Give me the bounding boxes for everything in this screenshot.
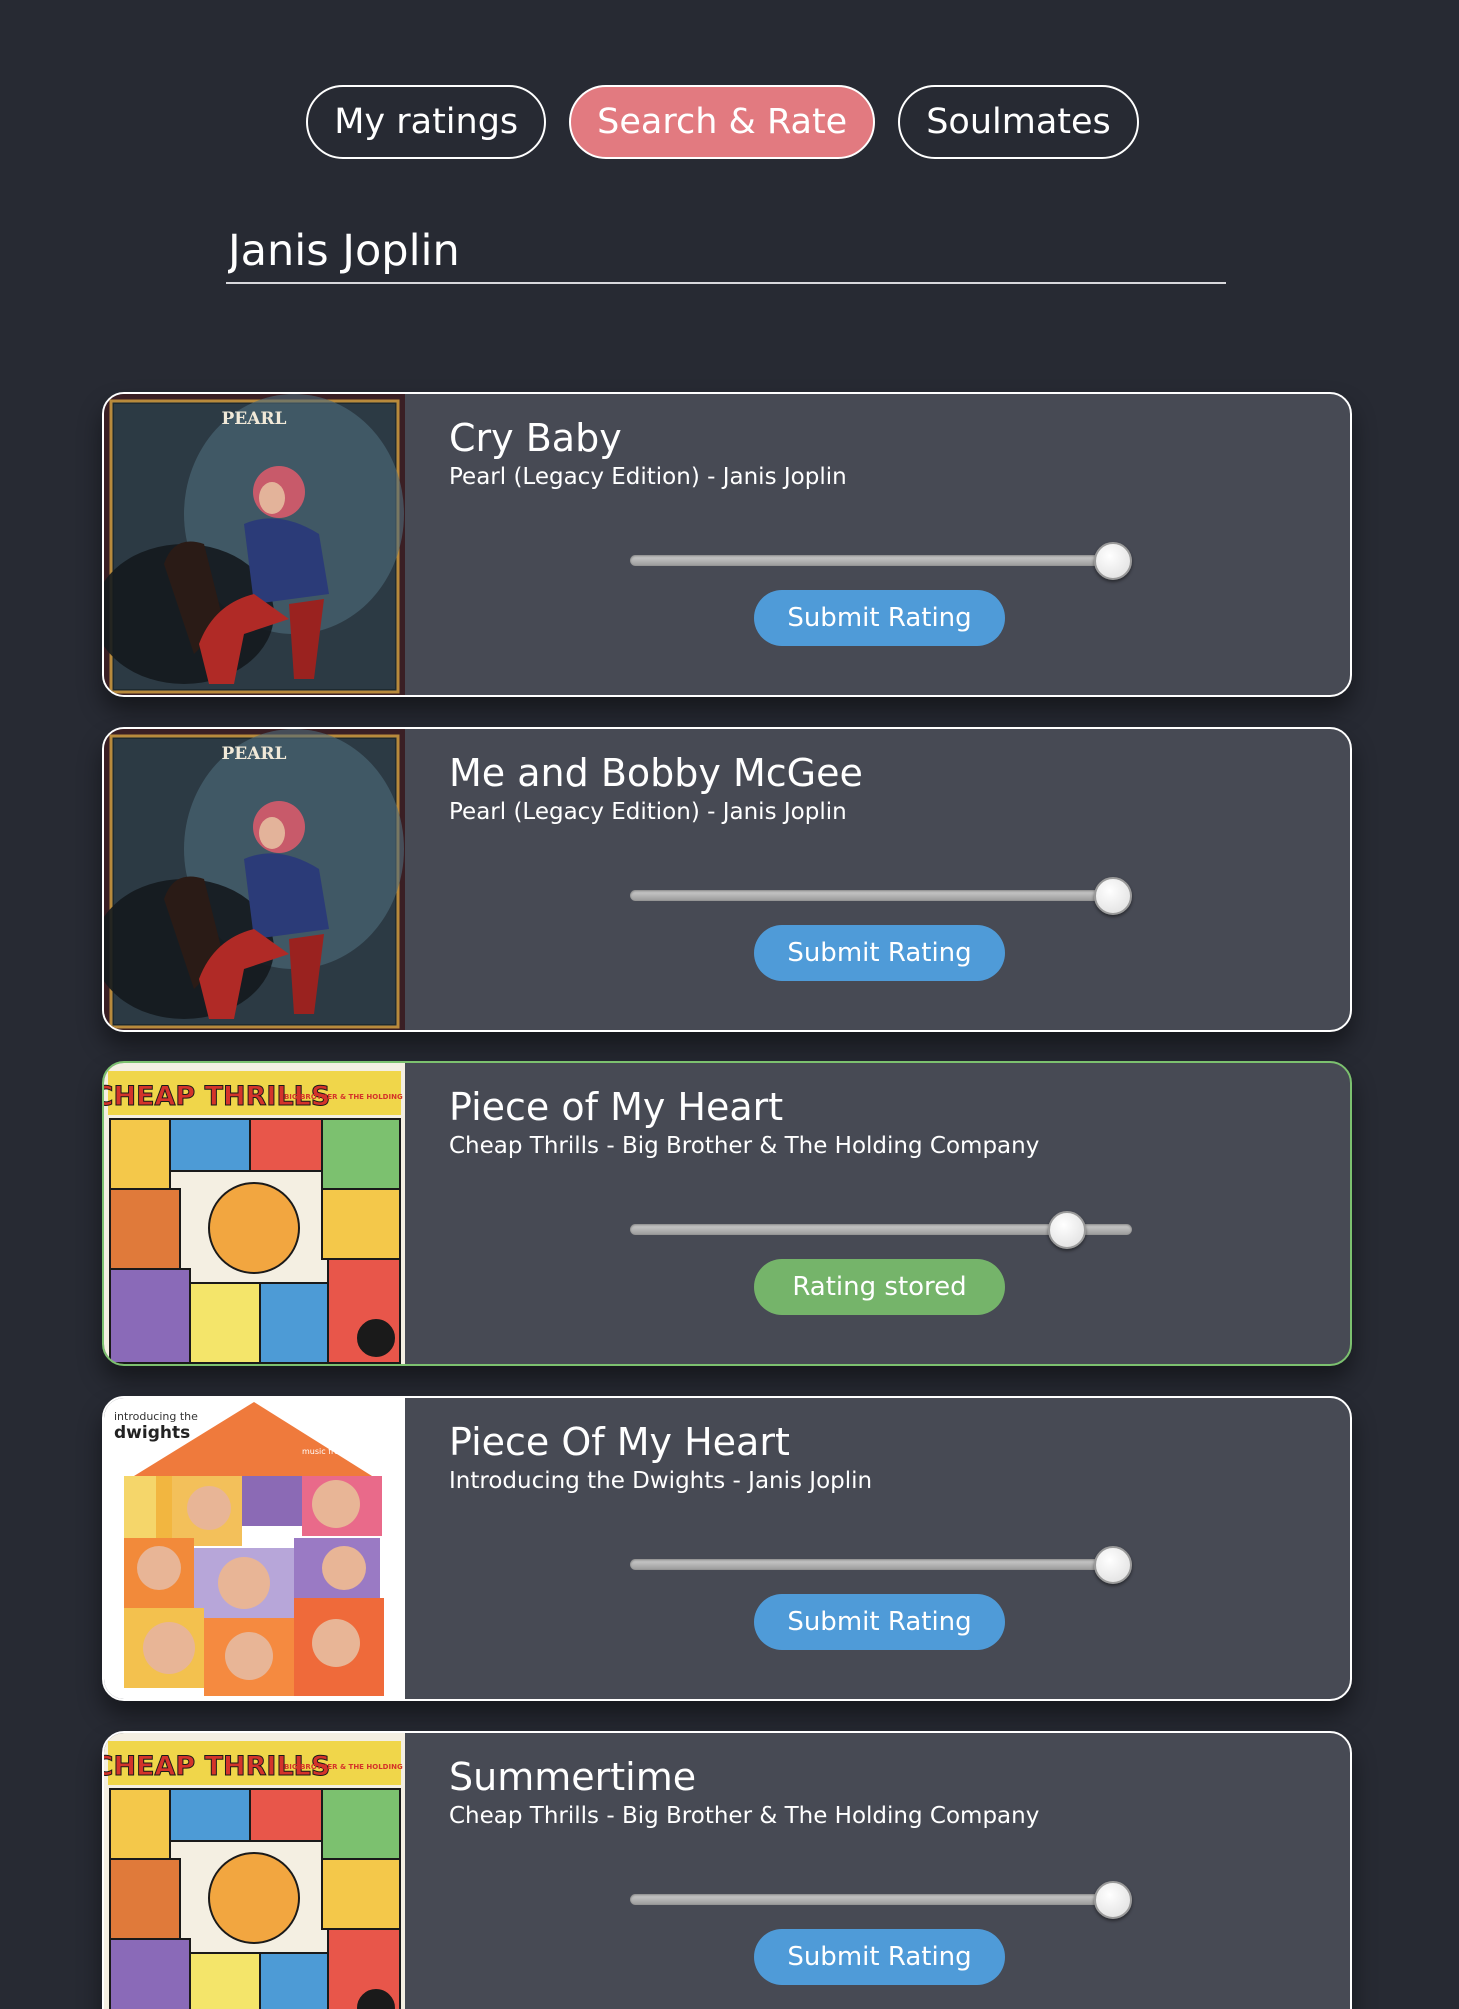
slider-track	[630, 555, 1132, 566]
result-card: CHEAP THRILLS BIG BROTHER & THE HOLDING …	[102, 1061, 1352, 1366]
slider-thumb[interactable]	[1094, 1881, 1132, 1919]
track-title: Me and Bobby McGee	[449, 751, 863, 795]
rating-slider[interactable]	[630, 876, 1132, 916]
track-title: Summertime	[449, 1755, 697, 1799]
track-title: Cry Baby	[449, 416, 622, 460]
rating-slider[interactable]	[630, 1880, 1132, 1920]
track-album-artist: Pearl (Legacy Edition) - Janis Joplin	[449, 799, 847, 825]
pearl-cover-text: PEARL	[221, 744, 286, 764]
track-info: Piece Of My Heart Introducing the Dwight…	[449, 1420, 1330, 1496]
search-and-rate-page: My ratings Search & Rate Soulmates PEARL	[0, 0, 1459, 2009]
album-cover-dwights: introducing the dwights music from the m…	[104, 1398, 405, 1699]
submit-rating-button[interactable]: Submit Rating	[754, 925, 1005, 981]
big-brother-cover-text: BIG BROTHER & THE HOLDING COMPANY	[284, 1093, 405, 1101]
track-info: Summertime Cheap Thrills - Big Brother &…	[449, 1755, 1330, 1831]
tab-my-ratings[interactable]: My ratings	[306, 85, 547, 159]
slider-track	[630, 1894, 1132, 1905]
pearl-cover-text: PEARL	[221, 409, 286, 429]
slider-thumb[interactable]	[1094, 542, 1132, 580]
big-brother-cover-text: BIG BROTHER & THE HOLDING COMPANY	[284, 1763, 405, 1771]
slider-track	[630, 1559, 1132, 1570]
slider-thumb[interactable]	[1094, 877, 1132, 915]
tab-search-and-rate[interactable]: Search & Rate	[569, 85, 876, 159]
track-info: Piece of My Heart Cheap Thrills - Big Br…	[449, 1085, 1330, 1161]
slider-thumb[interactable]	[1094, 1546, 1132, 1584]
rating-slider[interactable]	[630, 1210, 1132, 1250]
track-info: Me and Bobby McGee Pearl (Legacy Edition…	[449, 751, 1330, 827]
album-cover-cheap-thrills: CHEAP THRILLS BIG BROTHER & THE HOLDING …	[104, 1063, 405, 1364]
album-cover-cheap-thrills: CHEAP THRILLS BIG BROTHER & THE HOLDING …	[104, 1733, 405, 2009]
result-card: PEARL Me and Bobby McGee Pearl (Legacy E…	[102, 727, 1352, 1032]
track-album-artist: Cheap Thrills - Big Brother & The Holdin…	[449, 1803, 1040, 1829]
submit-rating-button[interactable]: Submit Rating	[754, 590, 1005, 646]
dwights-cover-intro: introducing the	[114, 1410, 198, 1423]
search-field	[226, 222, 1226, 284]
result-card: introducing the dwights music from the m…	[102, 1396, 1352, 1701]
album-cover-pearl: PEARL	[104, 729, 405, 1030]
rating-stored-button[interactable]: Rating stored	[754, 1259, 1005, 1315]
slider-thumb[interactable]	[1047, 1211, 1086, 1249]
rating-slider[interactable]	[630, 1545, 1132, 1585]
dwights-cover-tag: music from the motion picture	[302, 1447, 405, 1456]
dwights-cover-title: dwights	[114, 1423, 190, 1443]
track-info: Cry Baby Pearl (Legacy Edition) - Janis …	[449, 416, 1330, 492]
submit-rating-button[interactable]: Submit Rating	[754, 1594, 1005, 1650]
tab-soulmates[interactable]: Soulmates	[898, 85, 1139, 159]
track-title: Piece of My Heart	[449, 1085, 784, 1129]
search-input[interactable]	[226, 222, 1226, 280]
tab-bar: My ratings Search & Rate Soulmates	[0, 85, 1459, 159]
track-album-artist: Pearl (Legacy Edition) - Janis Joplin	[449, 464, 847, 490]
submit-rating-button[interactable]: Submit Rating	[754, 1929, 1005, 1985]
slider-track	[630, 890, 1132, 901]
album-cover-pearl: PEARL	[104, 394, 405, 695]
result-card: PEARL Cry Baby Pearl (Legacy Edition) - …	[102, 392, 1352, 697]
track-album-artist: Cheap Thrills - Big Brother & The Holdin…	[449, 1133, 1040, 1159]
rating-slider[interactable]	[630, 541, 1132, 581]
result-card: CHEAP THRILLS BIG BROTHER & THE HOLDING …	[102, 1731, 1352, 2009]
track-album-artist: Introducing the Dwights - Janis Joplin	[449, 1468, 873, 1494]
track-title: Piece Of My Heart	[449, 1420, 790, 1464]
